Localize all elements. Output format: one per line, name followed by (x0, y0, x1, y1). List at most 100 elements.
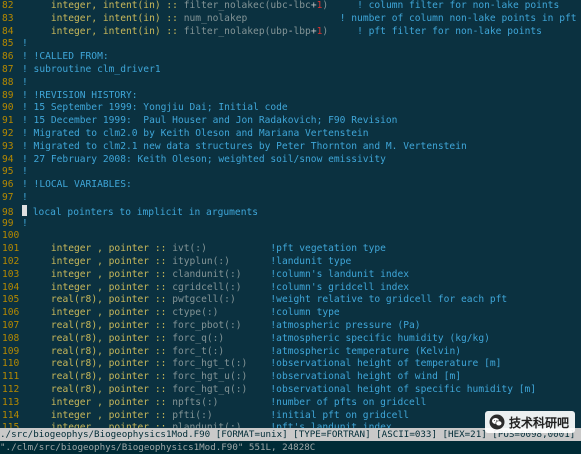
code-line[interactable]: 83 integer, intent(in) :: num_nolakep ! … (0, 13, 581, 26)
code-comment: local pointers to implicit in arguments (27, 206, 259, 218)
code-comment: ! subroutine clm_driver1 (22, 63, 161, 75)
code-keyword: integer, intent(in) :: (50, 0, 184, 11)
code-line[interactable]: 82 integer, intent(in) :: filter_nolakec… (0, 0, 581, 13)
code-line[interactable]: 100 (0, 230, 581, 243)
code-comment: ! Migrated to clm2.1 new data structures… (22, 140, 467, 152)
code-keyword: integer , pointer :: (50, 281, 173, 293)
code-line[interactable]: 111 real(r8), pointer :: forc_hgt_u(:) !… (0, 371, 581, 384)
code-line[interactable]: 93 ! Migrated to clm2.1 new data structur… (0, 141, 581, 154)
code-text: integer, intent(in) :: num_nolakep ! num… (22, 13, 581, 24)
code-text: integer , pointer :: npfts(:) !number of… (22, 397, 426, 408)
code-text: real(r8), pointer :: forc_q(:) !atmosphe… (22, 333, 490, 344)
code-line[interactable]: 88! (0, 77, 581, 90)
wechat-logo-icon (489, 414, 505, 430)
code-line[interactable]: 98 local pointers to implicit in argumen… (0, 204, 581, 218)
code-line[interactable]: 95! (0, 166, 581, 179)
code-comment: !column's landunit index (270, 268, 410, 280)
code-comment: ! (22, 38, 28, 50)
code-text: ! subroutine clm_driver1 (22, 64, 161, 75)
code-line[interactable]: 108 real(r8), pointer :: forc_q(:) !atmo… (0, 333, 581, 346)
code-line[interactable]: 92 ! Migrated to clm2.0 by Keith Oleson a… (0, 128, 581, 141)
line-number: 105 (2, 294, 20, 306)
code-line[interactable]: 109 real(r8), pointer :: forc_t(:) !atmo… (0, 346, 581, 359)
code-line[interactable]: 106 integer , pointer :: ctype(:) !colum… (0, 307, 581, 320)
line-number: 112 (2, 383, 20, 395)
code-token: forc_pbot(:) (172, 319, 242, 331)
line-number: 85 (2, 38, 14, 50)
code-token: clandunit(:) (172, 268, 242, 280)
line-number: 102 (2, 255, 20, 267)
line-number: 86 (2, 51, 14, 63)
line-number: 84 (2, 25, 14, 37)
code-line[interactable]: 102 integer , pointer :: ityplun(:) !lan… (0, 256, 581, 269)
code-line[interactable]: 86 ! !CALLED FROM: (0, 51, 581, 64)
code-line[interactable]: 90 ! 15 September 1999: Yongjiu Dai; Init… (0, 102, 581, 115)
code-line[interactable]: 107 real(r8), pointer :: forc_pbot(:) !a… (0, 320, 581, 333)
code-text: real(r8), pointer :: forc_hgt_t(:) !obse… (22, 358, 502, 370)
code-line[interactable]: 94 ! 27 February 2008: Keith Oleson; weig… (0, 154, 581, 167)
code-text: integer , pointer :: ityplun(:) !landuni… (22, 256, 351, 267)
code-token: filter_nolakec(ubc (183, 0, 288, 11)
code-line[interactable]: 105 real(r8), pointer :: pwtgcell(:) !we… (0, 294, 581, 307)
line-number: 104 (2, 281, 20, 293)
code-text: real(r8), pointer :: forc_hgt_u(:) !obse… (22, 371, 461, 382)
code-line[interactable]: 101 integer , pointer :: ivt(:) !pft veg… (0, 243, 581, 256)
code-comment: ! !LOCAL VARIABLES: (22, 179, 132, 191)
code-line[interactable]: 97! (0, 192, 581, 205)
code-keyword: real(r8), pointer :: (50, 358, 173, 370)
line-number: 91 (2, 115, 14, 127)
line-number: 110 (2, 358, 20, 370)
code-line[interactable]: 112 real(r8), pointer :: forc_hgt_q(:) !… (0, 384, 581, 397)
code-comment: ! column filter for non-lake points (357, 0, 560, 11)
code-token: forc_q(:) (172, 332, 225, 344)
code-comment: !weight relative to gridcell for each pf… (270, 294, 508, 306)
code-text: ! !REVISION HISTORY: (22, 90, 138, 101)
code-line[interactable]: 103 integer , pointer :: clandunit(:) !c… (0, 269, 581, 282)
code-line[interactable]: 99! (0, 218, 581, 231)
code-keyword: integer , pointer :: (50, 409, 173, 421)
code-line[interactable]: 91 ! 15 December 1999: Paul Houser and Jo… (0, 115, 581, 128)
code-token: lbc (293, 0, 311, 11)
code-line[interactable]: 96 ! !LOCAL VARIABLES: (0, 179, 581, 192)
code-comment: ! 27 February 2008: Keith Oleson; weight… (22, 153, 386, 165)
code-line[interactable]: 110 real(r8), pointer :: forc_hgt_t(:) !… (0, 358, 581, 371)
code-comment: !column's gridcell index (270, 281, 410, 293)
code-keyword: integer , pointer :: (50, 243, 173, 255)
line-number: 100 (2, 230, 20, 242)
code-line[interactable]: 89 ! !REVISION HISTORY: (0, 90, 581, 103)
code-line[interactable]: 87 ! subroutine clm_driver1 (0, 64, 581, 77)
code-line[interactable]: 104 integer , pointer :: cgridcell(:) !c… (0, 282, 581, 295)
code-keyword: real(r8), pointer :: (50, 383, 173, 395)
code-line[interactable]: 113 integer , pointer :: npfts(:) !numbe… (0, 397, 581, 410)
code-comment: ! 15 December 1999: Paul Houser and Jon … (22, 115, 398, 127)
line-number: 101 (2, 243, 20, 255)
line-number: 113 (2, 396, 20, 408)
code-line[interactable]: 84 integer, intent(in) :: filter_nolakep… (0, 26, 581, 39)
code-text: ! (22, 192, 28, 203)
line-number: 82 (2, 0, 14, 11)
command-line[interactable]: "./clm/src/biogeophys/Biogeophysics1Mod.… (0, 441, 581, 454)
code-keyword: integer , pointer :: (50, 255, 173, 267)
line-number: 106 (2, 307, 20, 319)
code-line[interactable]: 85! (0, 38, 581, 51)
code-comment: !atmospheric specific humidity (kg/kg) (270, 332, 490, 344)
code-editor[interactable]: 82 integer, intent(in) :: filter_nolakec… (0, 0, 581, 428)
code-comment: ! (22, 166, 28, 178)
line-number: 114 (2, 409, 20, 421)
code-text: integer, intent(in) :: filter_nolakep(ub… (22, 26, 542, 37)
code-comment: !observational height of wind [m] (270, 371, 461, 383)
